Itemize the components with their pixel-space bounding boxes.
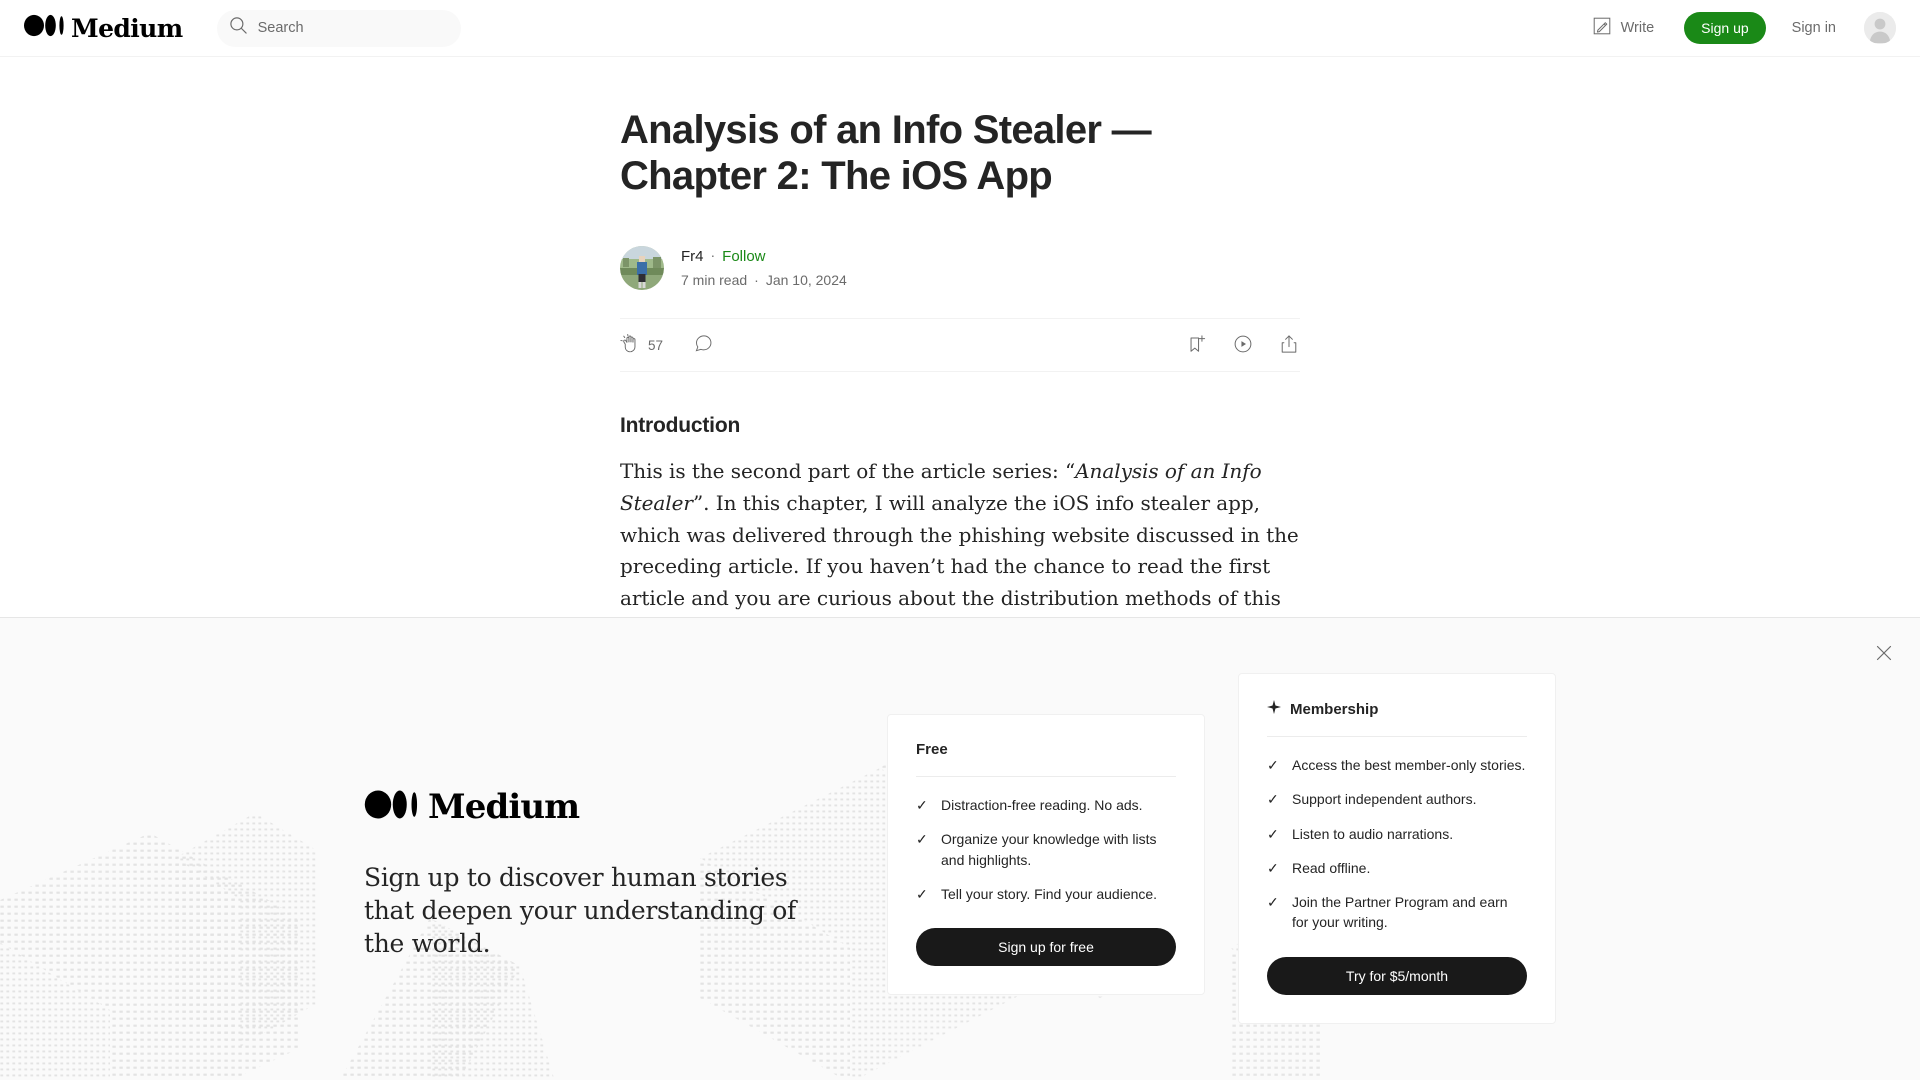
sign-up-button[interactable]: Sign up (1684, 12, 1766, 44)
check-icon: ✓ (1267, 825, 1279, 842)
medium-home-link[interactable]: Medium (24, 11, 183, 45)
check-icon: ✓ (1267, 791, 1279, 808)
check-icon: ✓ (916, 831, 928, 848)
body-lead: This is the second part of the article s… (620, 459, 1076, 484)
search-icon (229, 16, 248, 40)
membership-plan-card: Membership ✓ Access the best member-only… (1238, 673, 1556, 1024)
body-rest: ”. In this chapter, I will analyze the i… (620, 490, 1299, 610)
membership-feature-list: ✓ Access the best member-only stories. ✓… (1267, 755, 1527, 933)
check-icon: ✓ (1267, 894, 1279, 911)
membership-feature-text: Read offline. (1292, 859, 1371, 876)
search-input[interactable] (257, 20, 438, 36)
banner-brand-wordmark: Medium (428, 787, 580, 827)
read-time: 7 min read (681, 271, 748, 288)
membership-feature-text: Support independent authors. (1292, 791, 1477, 808)
author-name[interactable]: Fr4 (681, 246, 704, 267)
sparkle-star-icon (1267, 700, 1281, 718)
section-heading: Introduction (620, 414, 741, 438)
free-feature-text: Organize your knowledge with lists and h… (941, 831, 1157, 868)
banner-content: Medium Sign up to discover human stories… (0, 618, 1920, 1080)
comment-button[interactable] (693, 333, 714, 357)
write-button[interactable]: Write (1581, 9, 1665, 47)
sign-in-button[interactable]: Sign in (1786, 14, 1842, 42)
membership-card-title-label: Membership (1290, 700, 1379, 718)
signup-promo-banner: Medium Sign up to discover human stories… (0, 617, 1920, 1080)
article-action-bar: 57 (620, 318, 1300, 373)
check-icon: ✓ (1267, 859, 1279, 876)
byline: Fr4 · Follow 7 min read · Jan 10, 2024 (620, 246, 1300, 291)
comment-icon (693, 333, 714, 357)
page-title: Analysis of an Info Stealer — Chapter 2:… (620, 108, 1152, 199)
brand-wordmark: Medium (71, 13, 183, 43)
list-item: ✓ Access the best member-only stories. (1267, 755, 1527, 775)
free-plan-card: Free ✓ Distraction-free reading. No ads.… (887, 714, 1205, 996)
list-item: ✓ Read offline. (1267, 858, 1527, 878)
write-label: Write (1620, 20, 1655, 36)
membership-card-divider (1267, 736, 1527, 737)
free-card-title: Free (916, 741, 1176, 758)
free-feature-list: ✓ Distraction-free reading. No ads. ✓ Or… (916, 795, 1176, 904)
sign-up-for-free-button[interactable]: Sign up for free (916, 928, 1176, 967)
free-card-title-label: Free (916, 741, 948, 758)
clap-icon (620, 333, 641, 357)
promo-copy-block: Medium Sign up to discover human stories… (364, 788, 824, 960)
list-item: ✓ Join the Partner Program and earn for … (1267, 892, 1527, 933)
byline-separator-2: · (754, 271, 759, 288)
membership-feature-text: Join the Partner Program and earn for yo… (1292, 894, 1508, 931)
list-item: ✓ Listen to audio narrations. (1267, 824, 1527, 844)
list-item: ✓ Distraction-free reading. No ads. (916, 795, 1176, 815)
medium-logo-icon (24, 13, 66, 43)
author-photo-icon (620, 246, 664, 291)
byline-separator: · (710, 247, 716, 264)
article-region: Analysis of an Info Stealer — Chapter 2:… (0, 57, 1920, 617)
follow-link[interactable]: Follow (722, 246, 765, 267)
clap-button[interactable]: 57 (620, 333, 663, 357)
membership-card-title: Membership (1267, 700, 1527, 718)
avatar[interactable] (1864, 12, 1896, 44)
free-feature-text: Tell your story. Find your audience. (941, 885, 1158, 902)
share-button[interactable] (1278, 333, 1300, 358)
membership-feature-text: Listen to audio narrations. (1292, 825, 1454, 842)
medium-logo-icon (364, 788, 421, 826)
author-avatar[interactable] (620, 246, 664, 291)
check-icon: ✓ (1267, 757, 1279, 773)
nav-actions: Write Sign up Sign in (1581, 9, 1896, 47)
banner-medium-logo: Medium (364, 788, 824, 826)
check-icon: ✓ (916, 797, 928, 813)
bookmark-button[interactable] (1186, 333, 1208, 358)
listen-button[interactable] (1232, 333, 1254, 358)
article-body-paragraph: This is the second part of the article s… (620, 456, 1300, 617)
list-item: ✓ Tell your story. Find your audience. (916, 884, 1176, 904)
try-membership-button[interactable]: Try for $5/month (1267, 956, 1527, 995)
membership-feature-text: Access the best member-only stories. (1292, 757, 1526, 773)
top-navigation-bar: Medium Write Sign up Sign in (0, 0, 1920, 57)
promo-tagline: Sign up to discover human stories that d… (364, 863, 796, 958)
check-icon: ✓ (916, 885, 928, 902)
clap-count: 57 (648, 337, 664, 353)
free-card-divider (916, 776, 1176, 777)
bookmark-add-icon (1186, 333, 1208, 358)
user-avatar-placeholder-icon (1864, 12, 1896, 44)
list-item: ✓ Support independent authors. (1267, 789, 1527, 809)
search-box[interactable] (216, 9, 461, 47)
pencil-square-icon (1591, 15, 1613, 41)
play-circle-icon (1232, 333, 1254, 358)
share-upload-icon (1278, 333, 1300, 358)
list-item: ✓ Organize your knowledge with lists and… (916, 829, 1176, 870)
free-feature-text: Distraction-free reading. No ads. (941, 797, 1143, 813)
publish-date: Jan 10, 2024 (765, 271, 847, 288)
